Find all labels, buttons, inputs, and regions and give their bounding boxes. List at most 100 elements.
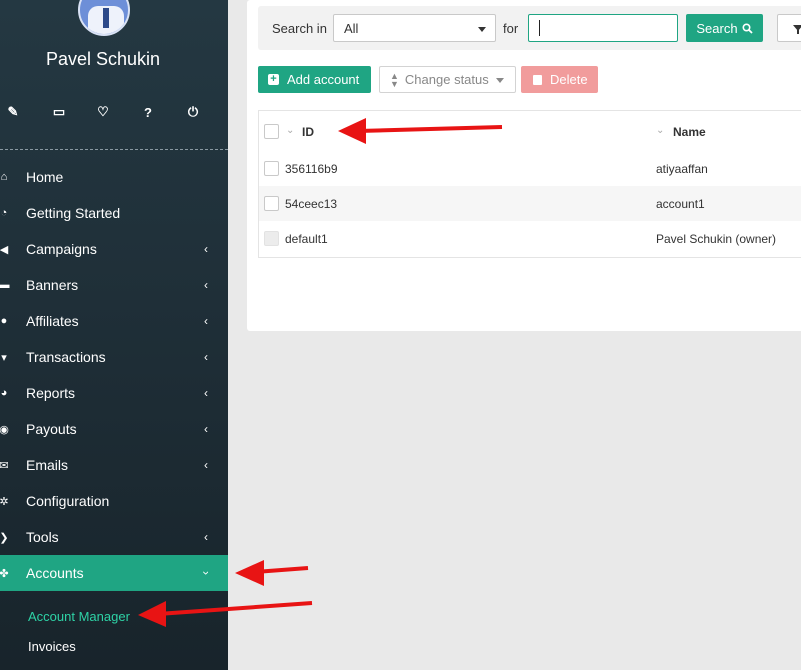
- pencil-icon[interactable]: ✎: [1, 100, 25, 124]
- dial-icon: ◔: [0, 207, 8, 219]
- filter-button[interactable]: [777, 14, 801, 42]
- sidebar-item-label: Accounts: [26, 565, 84, 581]
- cell-name: account1: [656, 197, 705, 211]
- table-row[interactable]: default1 Pavel Schukin (owner): [259, 221, 801, 256]
- for-label: for: [503, 21, 519, 36]
- trash-icon: [533, 74, 542, 85]
- sidebar-item-label: Campaigns: [26, 241, 97, 257]
- home-icon: ⌂: [0, 171, 8, 183]
- sidebar-item-label: Configuration: [26, 493, 110, 509]
- chevron-left-icon: ‹: [204, 386, 208, 400]
- change-status-dropdown[interactable]: ▲ ▼ Change status: [379, 66, 516, 93]
- chevron-left-icon: ‹: [204, 278, 208, 292]
- sidebar-item-label: Affiliates: [26, 313, 79, 329]
- text-cursor: [539, 20, 540, 36]
- sidebar-item-configuration[interactable]: ✲ Configuration: [0, 483, 228, 519]
- cell-id: default1: [285, 232, 328, 246]
- chevron-down-icon[interactable]: ⌄: [286, 125, 294, 136]
- user-name: Pavel Schukin: [45, 49, 161, 69]
- row-checkbox-disabled: [264, 231, 279, 246]
- users-icon: ●: [0, 315, 8, 327]
- sidebar-item-label: Getting Started: [26, 205, 121, 221]
- sidebar-item-label: Banners: [26, 277, 79, 293]
- search-icon: [742, 22, 753, 34]
- add-account-button[interactable]: + Add account: [258, 66, 371, 93]
- sidebar-item-label: Reports: [26, 385, 76, 401]
- sidebar-item-getting-started[interactable]: ◔ Getting Started: [0, 195, 228, 231]
- money-bag-icon: ◉: [0, 423, 9, 436]
- bullhorn-icon: ◀: [0, 243, 9, 256]
- search-button[interactable]: Search: [686, 14, 763, 42]
- help-icon[interactable]: ?: [136, 100, 160, 124]
- chevron-left-icon: ‹: [204, 350, 208, 364]
- search-in-label: Search in: [272, 21, 327, 36]
- sidebar-item-label: Home: [26, 169, 64, 185]
- column-header-id[interactable]: ID: [302, 125, 314, 139]
- cell-id: 356116b9: [285, 162, 338, 176]
- chevron-left-icon: ‹: [204, 242, 208, 256]
- chevron-left-icon: ‹: [204, 530, 208, 544]
- cog-icon: ✲: [0, 495, 9, 508]
- sidebar-tools: ✎ ▭ ♡ ? ⏻: [0, 100, 228, 124]
- chevron-left-icon: ‹: [204, 314, 208, 328]
- chevron-left-icon: ‹: [204, 422, 208, 436]
- plus-icon: +: [268, 74, 279, 85]
- chevron-down-icon[interactable]: ⌄: [656, 125, 664, 136]
- sidebar-item-reports[interactable]: ◕ Reports ‹: [0, 375, 228, 411]
- column-header-name[interactable]: Name: [673, 125, 706, 139]
- table-header: ⌄ ID ⌄ Name: [259, 111, 801, 151]
- cell-id: 54ceec13: [285, 197, 338, 211]
- caret-down-icon: [496, 78, 504, 83]
- sidebar-item-label: Payouts: [26, 421, 77, 437]
- basket-icon: ▾: [1, 351, 7, 364]
- sidebar-item-affiliates[interactable]: ● Affiliates ‹: [0, 303, 228, 339]
- monitor-icon[interactable]: ▭: [47, 100, 71, 124]
- select-all-checkbox[interactable]: [264, 124, 279, 139]
- sidebar-item-label: Emails: [26, 457, 69, 473]
- sidebar-item-campaigns[interactable]: ◀ Campaigns ‹: [0, 231, 228, 267]
- avatar-tie: [103, 8, 109, 28]
- accounts-table: ⌄ ID ⌄ Name 356116b9 atiyaaffan 54ceec13…: [258, 110, 801, 258]
- banner-icon: ▬: [0, 279, 10, 291]
- sidebar-item-home[interactable]: ⌂ Home: [0, 159, 228, 195]
- search-button-label: Search: [696, 20, 738, 36]
- table-row[interactable]: 54ceec13 account1: [259, 186, 801, 221]
- delete-button[interactable]: Delete: [521, 66, 598, 93]
- avatar[interactable]: [78, 0, 130, 36]
- search-scope-select[interactable]: All: [333, 14, 496, 42]
- sidebar-item-label: Transactions: [26, 349, 106, 365]
- accounts-submenu: Account Manager Invoices: [0, 591, 228, 661]
- sidebar-item-payouts[interactable]: ◉ Payouts ‹: [0, 411, 228, 447]
- chevron-left-icon: ‹: [204, 458, 208, 472]
- add-account-label: Add account: [287, 72, 360, 87]
- cell-name: atiyaaffan: [656, 162, 708, 176]
- chevron-down-icon: ‹: [198, 571, 212, 575]
- sidebar-item-accounts[interactable]: ✤ Accounts ‹: [0, 555, 228, 591]
- table-row[interactable]: 356116b9 atiyaaffan: [259, 151, 801, 186]
- submenu-item-invoices[interactable]: Invoices: [0, 631, 228, 661]
- sidebar: Pavel Schukin ✎ ▭ ♡ ? ⏻ ⌂ Home ◔ Getting…: [0, 0, 228, 670]
- submenu-item-account-manager[interactable]: Account Manager: [0, 601, 228, 631]
- envelope-icon: ✉: [0, 459, 9, 472]
- heartbeat-icon[interactable]: ♡: [91, 100, 115, 124]
- search-scope-value: All: [344, 21, 359, 36]
- search-input[interactable]: [528, 14, 678, 42]
- change-status-label: Change status: [404, 72, 489, 87]
- sidebar-item-emails[interactable]: ✉ Emails ‹: [0, 447, 228, 483]
- power-icon[interactable]: ⏻: [181, 100, 205, 124]
- arrow-to-accounts-menu: [235, 560, 309, 586]
- sidebar-item-label: Tools: [26, 529, 59, 545]
- sidebar-divider: [0, 149, 228, 150]
- row-checkbox[interactable]: [264, 196, 279, 211]
- sidebar-item-tools[interactable]: ❯ Tools ‹: [0, 519, 228, 555]
- pie-icon: ◕: [0, 387, 8, 399]
- row-checkbox[interactable]: [264, 161, 279, 176]
- wrench-icon: ❯: [0, 531, 9, 544]
- filter-icon-stem: [797, 30, 799, 34]
- delete-label: Delete: [550, 72, 588, 87]
- accounts-icon: ✤: [0, 567, 9, 580]
- sidebar-item-banners[interactable]: ▬ Banners ‹: [0, 267, 228, 303]
- sidebar-item-transactions[interactable]: ▾ Transactions ‹: [0, 339, 228, 375]
- sort-icon: ▲ ▼: [390, 70, 399, 89]
- sidebar-menu: ⌂ Home ◔ Getting Started ◀ Campaigns ‹ ▬…: [0, 159, 228, 661]
